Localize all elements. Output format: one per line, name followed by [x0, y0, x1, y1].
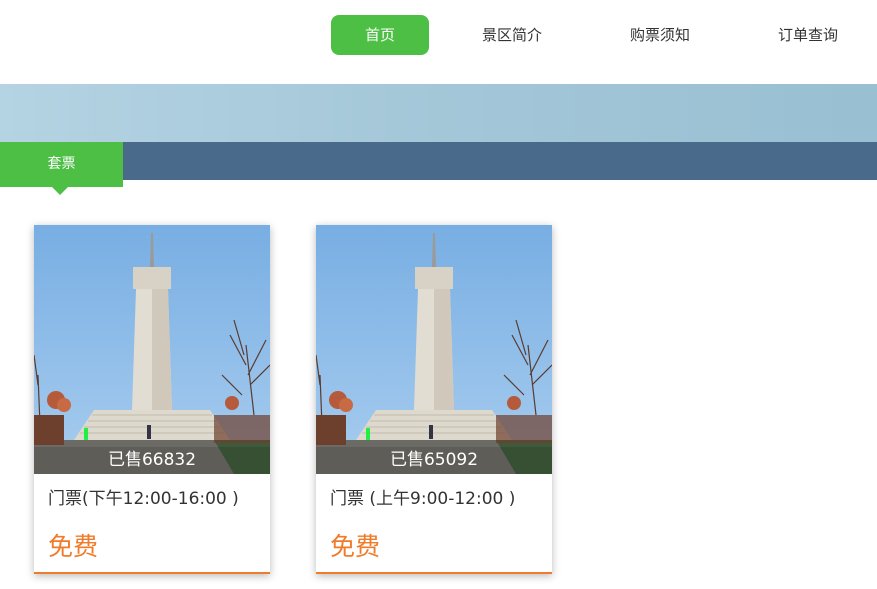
- ticket-card[interactable]: 已售65092 门票 (上午9:00-12:00 ) 免费: [316, 225, 552, 574]
- top-header: 首页 景区简介 购票须知 订单查询: [0, 0, 877, 84]
- ticket-title: 门票(下午12:00-16:00 ): [48, 489, 239, 509]
- sold-count: 已售66832: [34, 447, 270, 474]
- ticket-title: 门票 (上午9:00-12:00 ): [330, 489, 516, 509]
- ticket-card[interactable]: 已售66832 门票(下午12:00-16:00 ) 免费: [34, 225, 270, 574]
- category-tab-bar: [0, 142, 877, 180]
- ticket-image: 已售66832: [34, 225, 270, 474]
- nav-item-order-query[interactable]: 订单查询: [759, 15, 857, 55]
- ticket-image: 已售65092: [316, 225, 552, 474]
- active-tab-arrow-icon: [52, 187, 68, 195]
- nav-item-home[interactable]: 首页: [331, 15, 429, 55]
- ticket-price: 免费: [330, 532, 381, 561]
- tab-package-ticket[interactable]: 套票: [0, 142, 123, 187]
- banner-image: [0, 84, 877, 142]
- sold-count: 已售65092: [316, 447, 552, 474]
- nav-item-purchase-notice[interactable]: 购票须知: [611, 15, 709, 55]
- ticket-price: 免费: [48, 532, 99, 561]
- nav-item-scenic-intro[interactable]: 景区简介: [463, 15, 561, 55]
